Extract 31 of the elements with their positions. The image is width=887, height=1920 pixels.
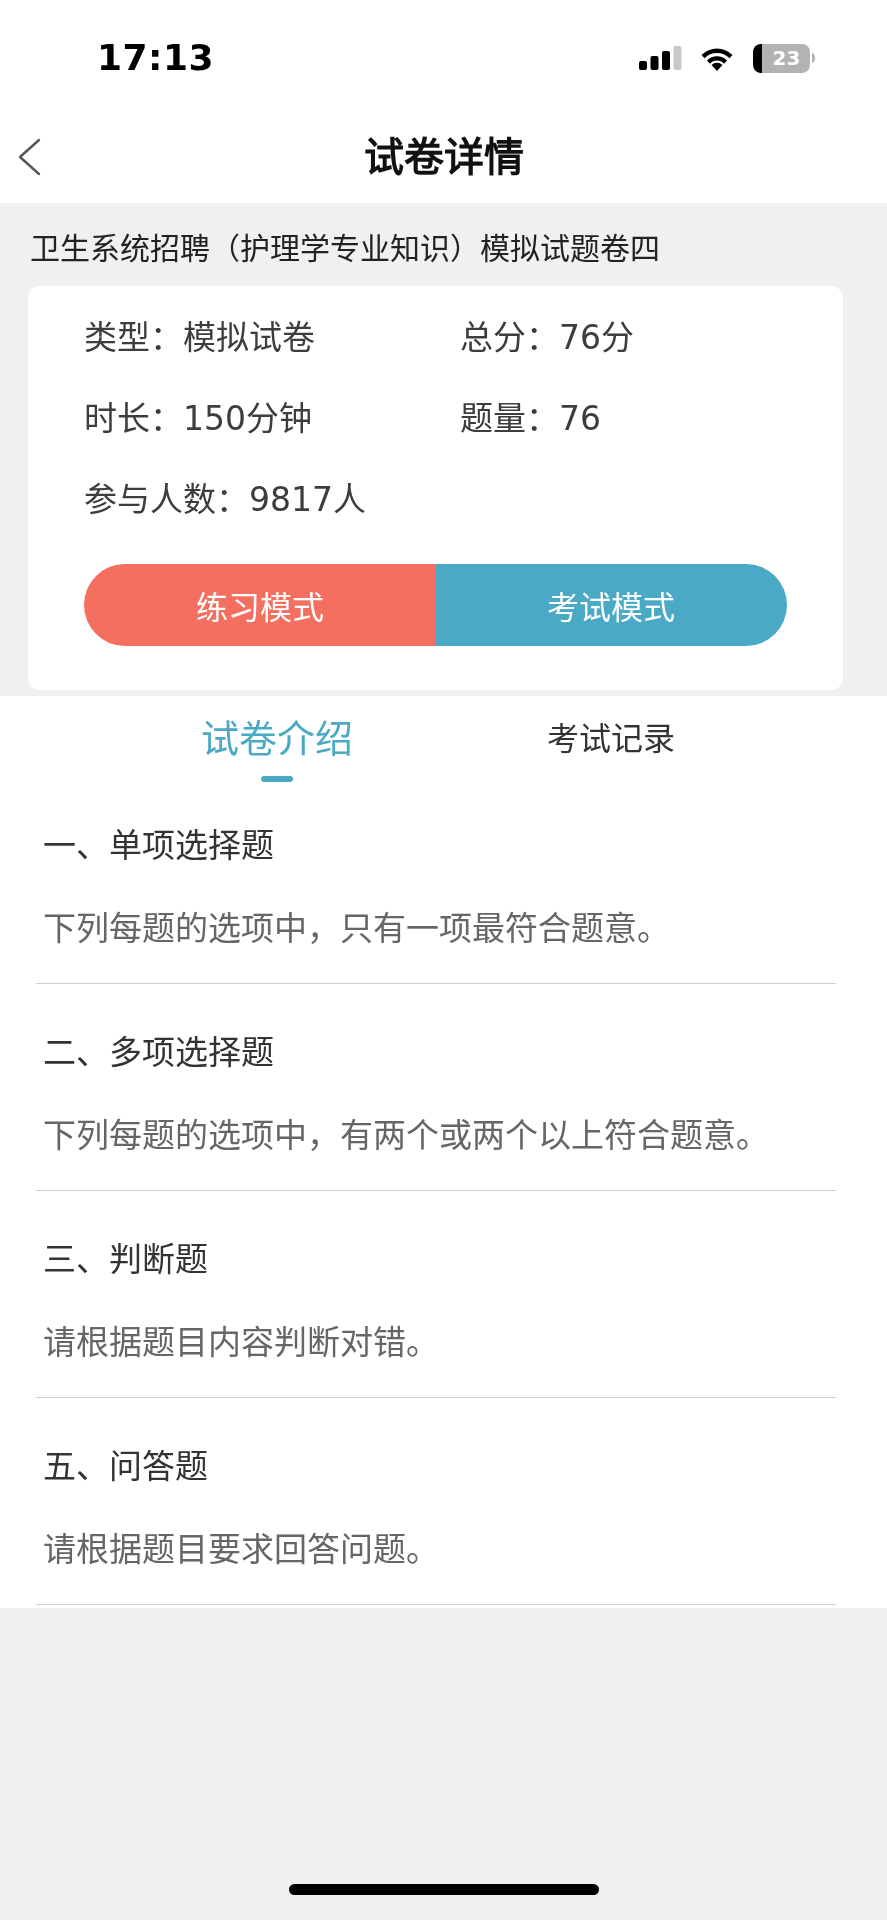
section-heading: 五、问答题 <box>42 1446 209 1488</box>
mode-button[interactable]: 练习模式 <box>84 564 436 646</box>
tab-indicator <box>260 776 293 782</box>
page-title: 试卷详情 <box>362 132 525 182</box>
section-description: 下列每题的选项中，有两个或两个以上符合题意。 <box>42 1115 770 1157</box>
info-label: 总分： <box>460 318 559 357</box>
paper-title: 卫生系统招聘（护理学专业知识）模拟试题卷四 <box>29 230 661 268</box>
tab[interactable]: 试卷介绍 <box>109 696 444 782</box>
back-button[interactable] <box>17 137 41 176</box>
info-label: 参与人数： <box>84 480 249 519</box>
info-value: 150分钟 <box>183 399 312 438</box>
section-heading: 三、判断题 <box>42 1239 209 1281</box>
info-value: 76分 <box>559 318 634 357</box>
info-value: 9817人 <box>249 480 366 519</box>
section-description: 请根据题目要求回答问题。 <box>42 1529 440 1571</box>
tab[interactable]: 考试记录 <box>443 696 778 782</box>
status-time: 17:13 <box>97 36 215 80</box>
info-label: 时长： <box>84 399 183 438</box>
info-value: 模拟试卷 <box>183 318 315 357</box>
battery-tip-icon <box>812 53 815 63</box>
section-heading: 一、单项选择题 <box>42 825 275 867</box>
section-description: 请根据题目内容判断对错。 <box>42 1322 440 1364</box>
section-heading: 二、多项选择题 <box>42 1032 275 1074</box>
info-label: 题量： <box>460 399 559 438</box>
signal-icon <box>639 46 682 70</box>
info-label: 类型： <box>84 318 183 357</box>
section-description: 下列每题的选项中，只有一项最符合题意。 <box>42 908 671 950</box>
mode-button[interactable]: 考试模式 <box>435 564 787 646</box>
back-icon <box>17 137 41 176</box>
info-value: 76 <box>559 399 601 438</box>
battery-level: 23 <box>753 43 810 73</box>
